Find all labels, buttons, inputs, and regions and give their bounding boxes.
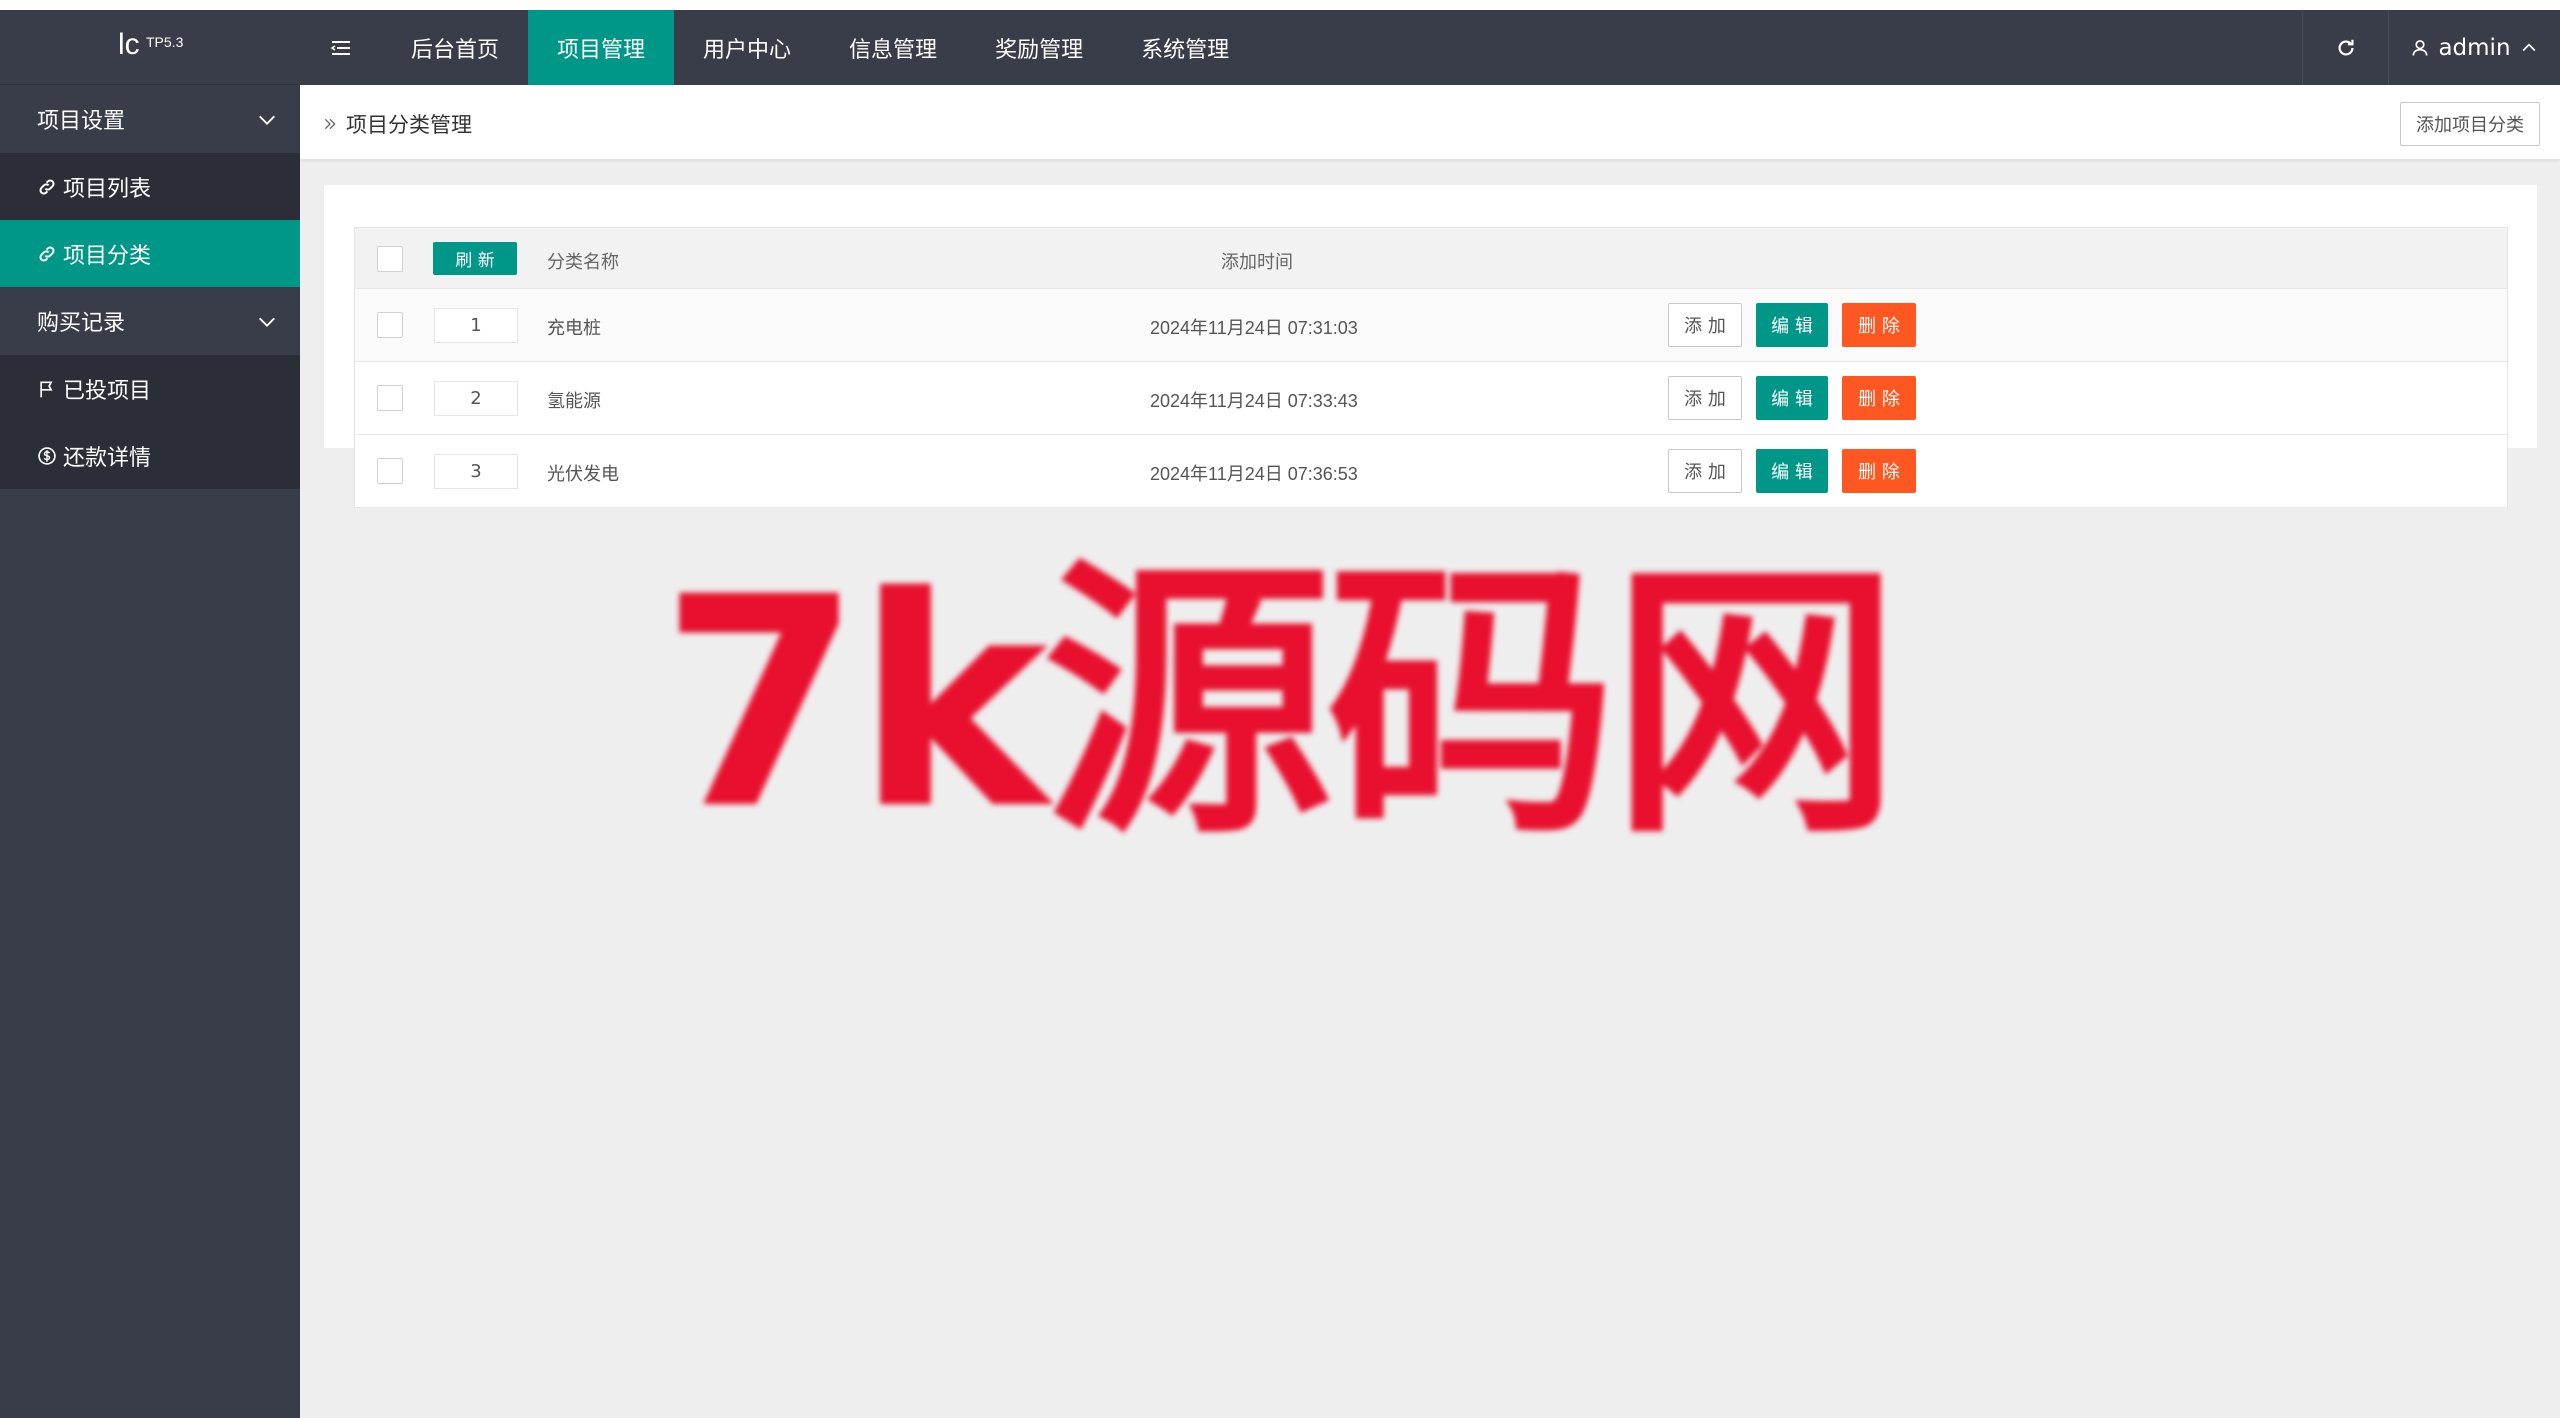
dollar-circle-icon	[38, 446, 56, 465]
nav-home[interactable]: 后台首页	[382, 10, 528, 85]
column-header-name: 分类名称	[547, 252, 619, 273]
content-card: 刷 新 分类名称 添加时间 1 充电桩 2024年11月24日 07:31:03…	[324, 185, 2537, 508]
sidebar-group-label: 项目设置	[37, 109, 126, 134]
menu-toggle-icon	[330, 40, 350, 55]
sidebar-submenu-purchase: 已投项目 还款详情	[0, 355, 300, 489]
add-category-button[interactable]: 添加项目分类	[2400, 102, 2540, 146]
add-time: 2024年11月24日 07:31:03	[1150, 318, 1358, 338]
nav-user-center[interactable]: 用户中心	[674, 10, 820, 85]
nav-reward-management[interactable]: 奖励管理	[966, 10, 1112, 85]
logo-version: TP5.3	[146, 34, 184, 50]
sidebar-item-label: 还款详情	[63, 445, 152, 471]
link-icon	[39, 246, 55, 261]
edit-button[interactable]: 编 辑	[1756, 303, 1828, 347]
sidebar-group-label: 购买记录	[37, 311, 126, 336]
chevron-up-icon	[2522, 42, 2535, 51]
refresh-icon	[2338, 39, 2354, 56]
column-header-time: 添加时间	[1221, 252, 1293, 273]
logo-text: lc	[118, 28, 140, 61]
sidebar-submenu-project: 项目列表 项目分类	[0, 153, 300, 287]
sort-order-input[interactable]: 2	[434, 381, 518, 416]
refresh-button[interactable]: 刷 新	[433, 242, 517, 275]
link-icon	[39, 179, 55, 194]
row-checkbox[interactable]	[377, 312, 403, 338]
row-checkbox[interactable]	[377, 458, 403, 484]
top-header: lc TP5.3 后台首页 项目管理 用户中心 信息管理 奖励管理 系统管理 a…	[0, 10, 2560, 85]
nav-system-management[interactable]: 系统管理	[1112, 10, 1258, 85]
sidebar-item-project-category[interactable]: 项目分类	[0, 220, 300, 287]
username: admin	[2438, 34, 2511, 61]
refresh-page-button[interactable]	[2302, 10, 2388, 85]
table-row: 3 光伏发电 2024年11月24日 07:36:53 添 加 编 辑 删 除	[354, 435, 2508, 508]
sidebar-item-label: 已投项目	[63, 378, 152, 404]
menu-toggle-button[interactable]	[300, 10, 382, 85]
header-right: admin	[2302, 10, 2560, 85]
add-button[interactable]: 添 加	[1668, 376, 1742, 420]
table-row: 1 充电桩 2024年11月24日 07:31:03 添 加 编 辑 删 除	[354, 289, 2508, 362]
chevron-down-icon	[259, 115, 275, 125]
logo[interactable]: lc TP5.3	[0, 10, 300, 85]
category-name: 氢能源	[547, 391, 601, 412]
sort-order-input[interactable]: 1	[434, 308, 518, 343]
user-menu-button[interactable]: admin	[2388, 10, 2560, 85]
sidebar-group-purchase-records[interactable]: 购买记录	[0, 287, 300, 355]
table-row: 2 氢能源 2024年11月24日 07:33:43 添 加 编 辑 删 除	[354, 362, 2508, 435]
nav-info-management[interactable]: 信息管理	[820, 10, 966, 85]
sort-order-input[interactable]: 3	[434, 454, 518, 489]
category-name: 光伏发电	[547, 464, 619, 485]
breadcrumb-current: 项目分类管理	[346, 113, 472, 137]
add-button[interactable]: 添 加	[1668, 303, 1742, 347]
delete-button[interactable]: 删 除	[1842, 376, 1916, 420]
add-button[interactable]: 添 加	[1668, 449, 1742, 493]
sidebar-group-project-settings[interactable]: 项目设置	[0, 85, 300, 153]
breadcrumb-bar: 项目分类管理 添加项目分类	[300, 85, 2560, 160]
flag-icon	[40, 381, 53, 397]
row-checkbox[interactable]	[377, 385, 403, 411]
nav-project-management[interactable]: 项目管理	[528, 10, 675, 85]
add-time: 2024年11月24日 07:36:53	[1150, 464, 1358, 484]
add-time: 2024年11月24日 07:33:43	[1150, 391, 1358, 411]
category-table: 刷 新 分类名称 添加时间 1 充电桩 2024年11月24日 07:31:03…	[354, 227, 2508, 508]
chevron-down-icon	[259, 317, 275, 327]
sidebar-item-project-list[interactable]: 项目列表	[0, 153, 300, 220]
table-header: 刷 新 分类名称 添加时间	[354, 227, 2508, 289]
breadcrumb: 项目分类管理	[322, 109, 472, 139]
user-icon	[2412, 39, 2428, 56]
top-strip	[0, 0, 2560, 10]
sidebar-item-label: 项目列表	[63, 176, 152, 202]
category-name: 充电桩	[547, 318, 601, 339]
sidebar-item-repayment-details[interactable]: 还款详情	[0, 422, 300, 489]
double-chevron-right-icon	[324, 118, 336, 130]
watermark: 7k源码网	[660, 536, 1901, 873]
edit-button[interactable]: 编 辑	[1756, 376, 1828, 420]
sidebar-item-invested-projects[interactable]: 已投项目	[0, 355, 300, 422]
sidebar: 项目设置 项目列表 项目分类 购买记录 已投项目 还款详情	[0, 85, 300, 1418]
sidebar-item-label: 项目分类	[63, 243, 152, 269]
select-all-checkbox[interactable]	[377, 246, 403, 272]
delete-button[interactable]: 删 除	[1842, 449, 1916, 493]
delete-button[interactable]: 删 除	[1842, 303, 1916, 347]
top-nav: 后台首页 项目管理 用户中心 信息管理 奖励管理 系统管理	[382, 10, 1258, 85]
edit-button[interactable]: 编 辑	[1756, 449, 1828, 493]
